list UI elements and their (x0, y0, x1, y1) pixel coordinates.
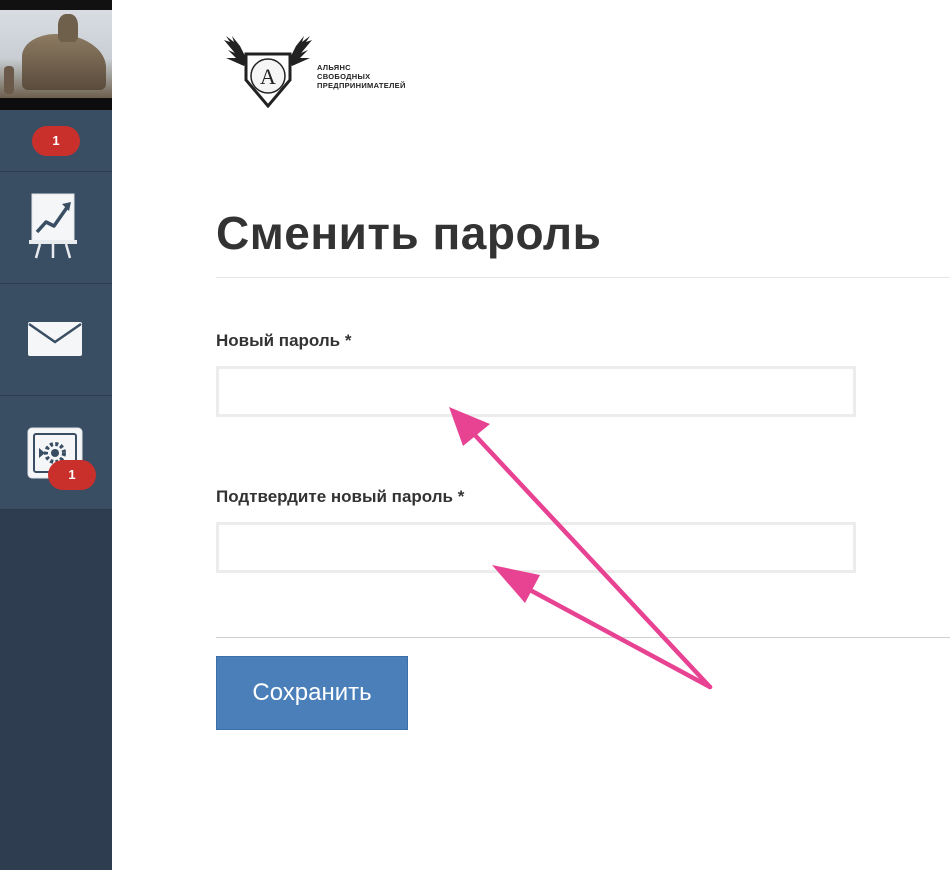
avatar-photo-person (4, 66, 14, 94)
confirm-password-input[interactable] (216, 522, 856, 573)
sidebar: 1 1 (0, 0, 112, 870)
new-password-label: Новый пароль * (216, 331, 352, 350)
new-password-input[interactable] (216, 366, 856, 417)
logo-emblem-icon: A (224, 36, 312, 108)
notifications-badge: 1 (32, 126, 80, 156)
annotation-arrows (449, 407, 713, 690)
avatar-photo-band (0, 98, 112, 110)
mail-icon (27, 321, 83, 357)
avatar-photo-sphinx-head (58, 14, 78, 42)
logo-line: ПРЕДПРИНИМАТЕЛЕЙ (317, 81, 406, 90)
sidebar-item-statistics[interactable] (0, 172, 112, 284)
svg-text:A: A (260, 64, 276, 89)
title-divider (216, 277, 950, 278)
logo-wordmark: АЛЬЯНС СВОБОДНЫХ ПРЕДПРИНИМАТЕЛЕЙ (317, 63, 406, 90)
sidebar-item-notifications[interactable]: 1 (0, 110, 112, 172)
confirm-password-label: Подтвердите новый пароль * (216, 487, 465, 506)
sidebar-item-settings[interactable]: 1 (0, 396, 112, 510)
logo-line: АЛЬЯНС (317, 63, 351, 72)
logo-line: СВОБОДНЫХ (317, 72, 371, 81)
save-button[interactable]: Сохранить (216, 656, 408, 730)
sidebar-item-messages[interactable] (0, 284, 112, 396)
logo[interactable]: A АЛЬЯНС СВОБОДНЫХ ПРЕДПРИНИМАТЕЛЕЙ (222, 36, 432, 108)
chart-presentation-icon (28, 192, 78, 260)
page-title: Сменить пароль (216, 207, 602, 259)
form-divider (216, 637, 950, 638)
avatar[interactable] (0, 0, 112, 110)
settings-badge: 1 (48, 460, 96, 490)
annotation-arrow-to-confirm-password (527, 587, 713, 690)
